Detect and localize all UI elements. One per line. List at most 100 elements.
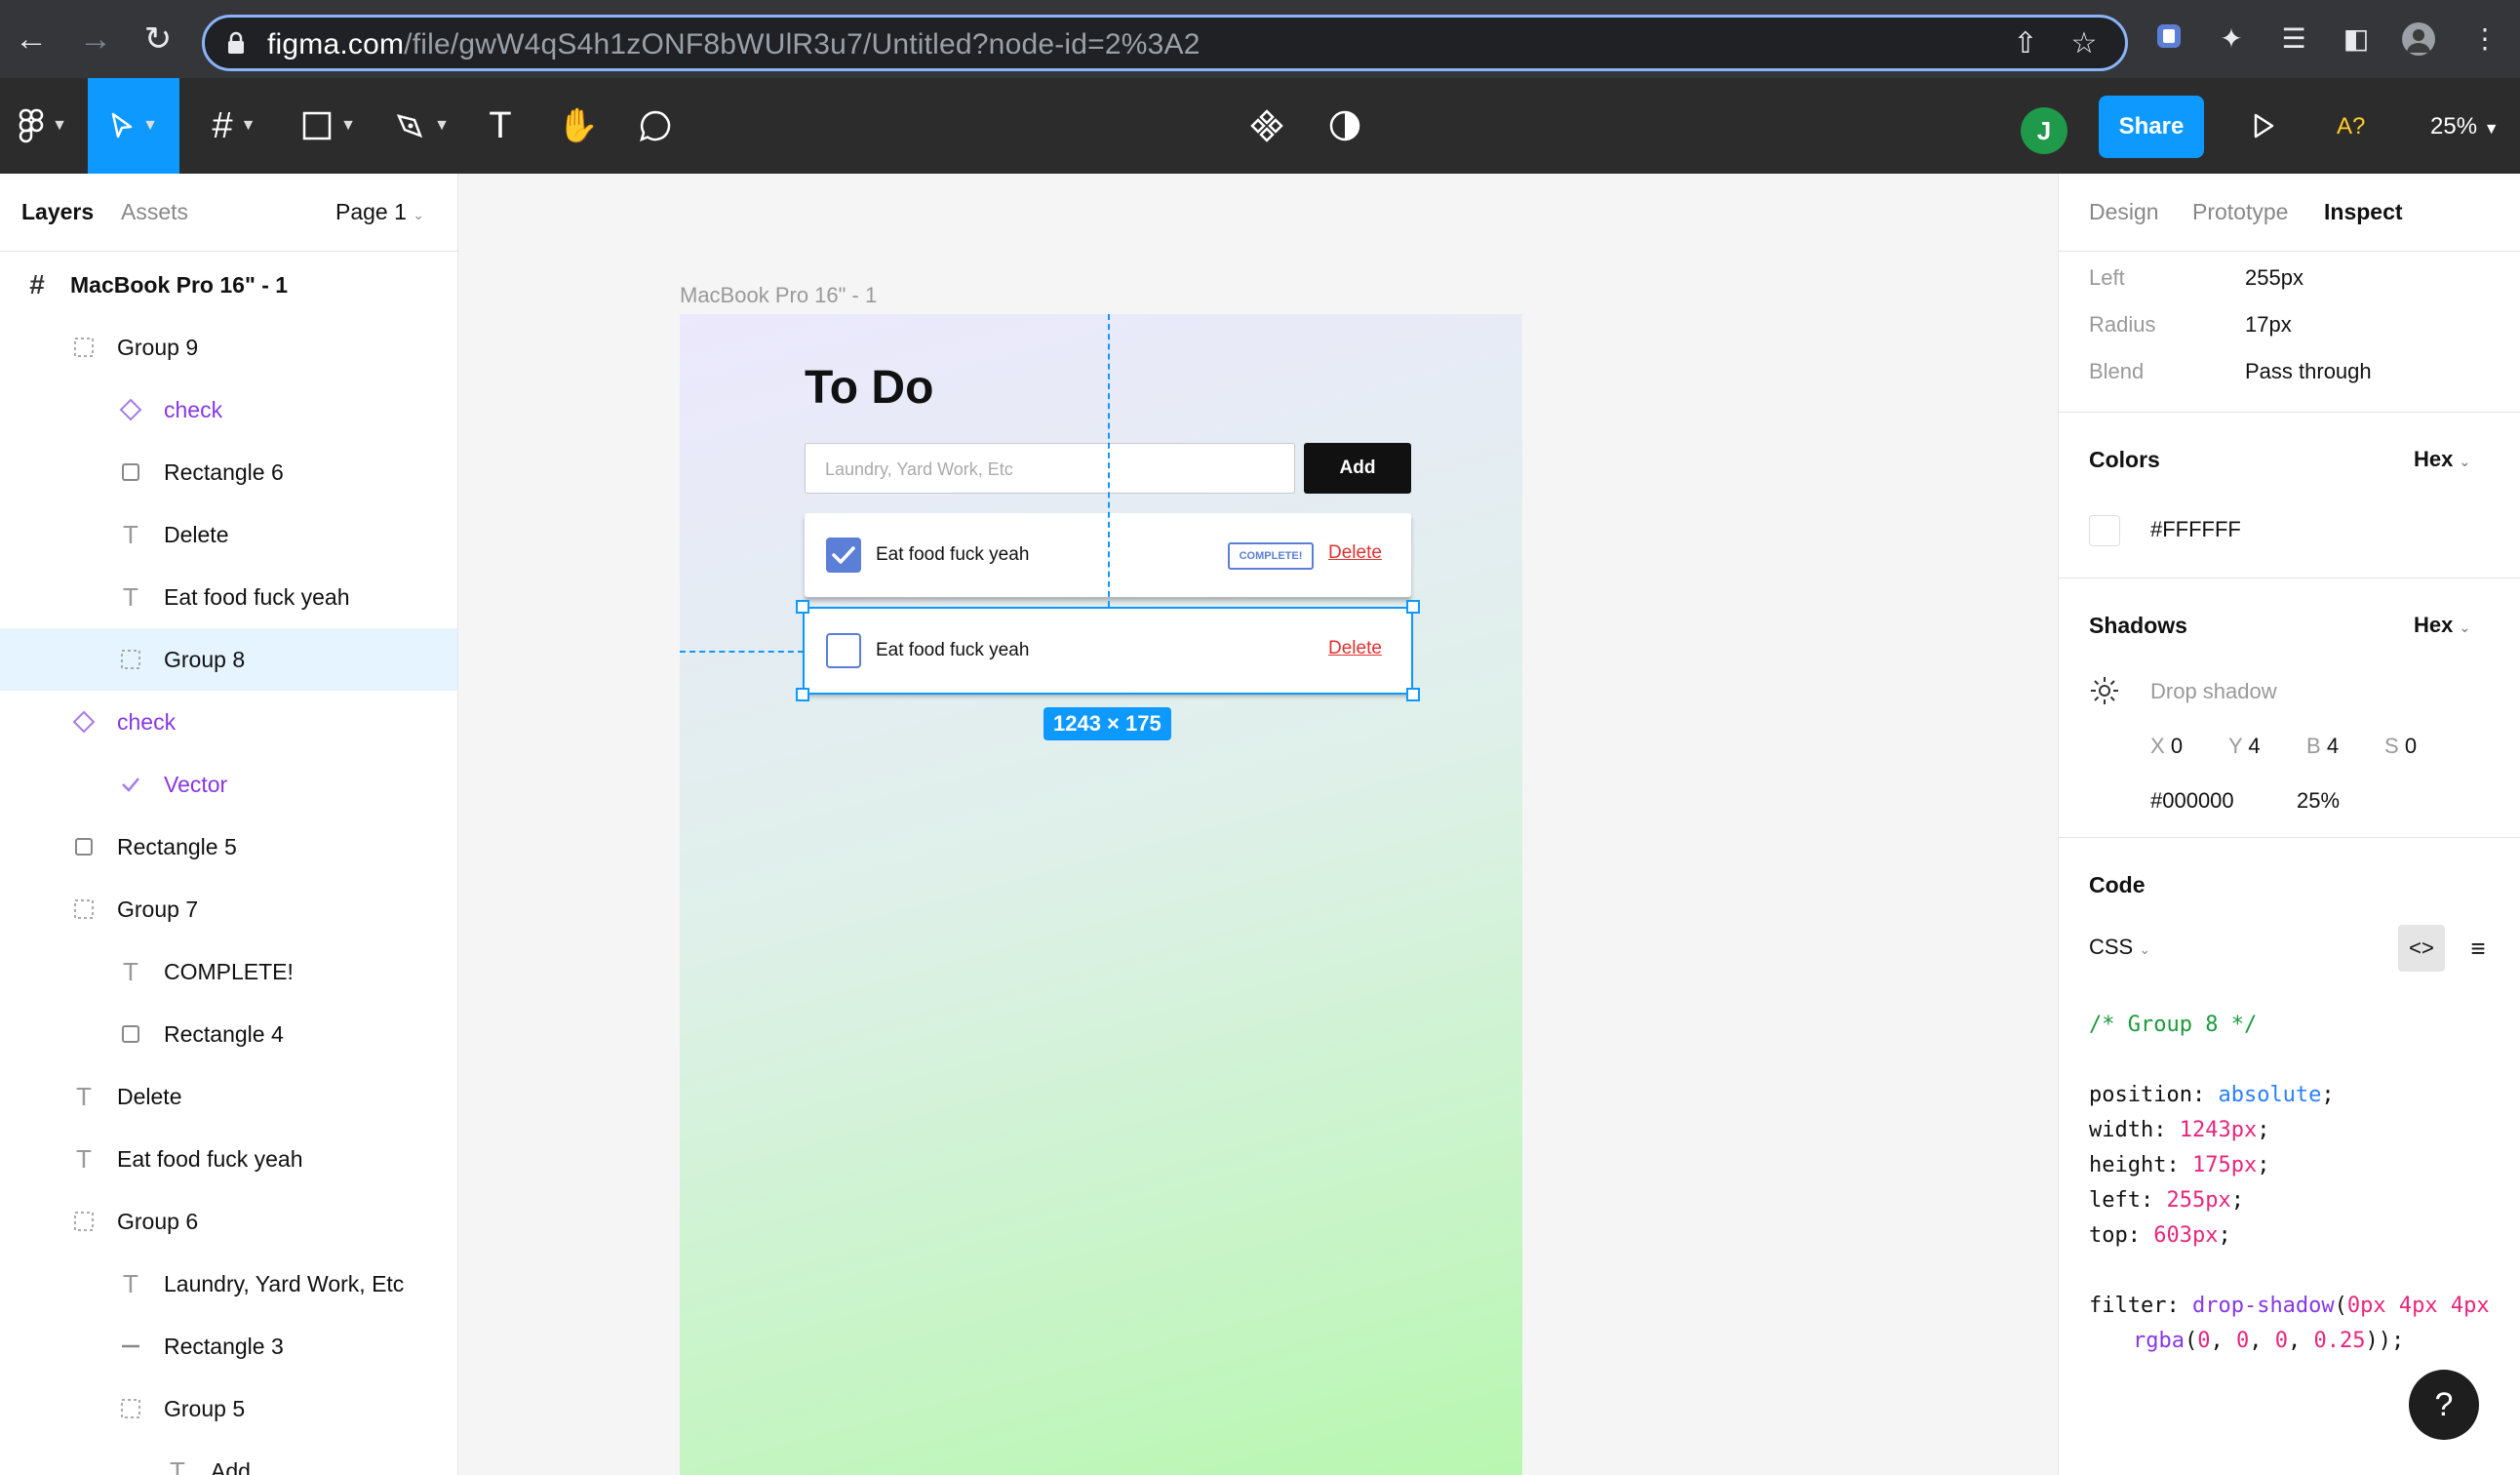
prop-value-left[interactable]: 255px (2245, 265, 2303, 291)
resize-handle[interactable] (1406, 600, 1420, 614)
layers-panel: Layers Assets Page 1 ⌄ # MacBook Pro 16"… (0, 174, 458, 1475)
pen-tool[interactable]: ▼ (382, 78, 462, 174)
inspect-panel: Design Prototype Inspect Left 255px Radi… (2058, 174, 2520, 1475)
resize-handle[interactable] (796, 600, 809, 614)
group-icon (117, 646, 144, 673)
forward-icon[interactable]: → (76, 20, 115, 59)
shadow-spread[interactable]: S 0 (2384, 734, 2417, 759)
tab-assets[interactable]: Assets (121, 199, 188, 225)
media-queue-icon[interactable]: ☰ (2276, 21, 2311, 57)
components-button[interactable] (1244, 78, 1289, 174)
resize-handle[interactable] (1406, 688, 1420, 701)
figma-logo-icon (19, 108, 44, 143)
layer-item[interactable]: T Laundry, Yard Work, Etc (0, 1253, 457, 1315)
theme-toggle-button[interactable] (1322, 78, 1367, 174)
line-icon (117, 1333, 144, 1360)
present-button[interactable] (2243, 78, 2284, 174)
list-view-icon[interactable]: ≡ (2455, 925, 2501, 972)
layer-frame[interactable]: # MacBook Pro 16" - 1 (0, 254, 457, 316)
resize-handle[interactable] (796, 688, 809, 701)
layer-item[interactable]: Group 5 (0, 1377, 457, 1440)
reload-icon[interactable]: ↻ (138, 20, 177, 59)
layer-item[interactable]: Rectangle 4 (0, 1003, 457, 1065)
colors-format-select[interactable]: Hex ⌄ (2414, 447, 2470, 472)
shadow-x[interactable]: X 0 (2150, 734, 2183, 759)
zoom-menu[interactable]: 25% ▼ (2430, 113, 2500, 140)
layer-item[interactable]: check (0, 691, 457, 753)
shadows-format-select[interactable]: Hex ⌄ (2414, 613, 2470, 638)
tab-inspect[interactable]: Inspect (2324, 199, 2403, 225)
canvas[interactable]: MacBook Pro 16" - 1 To Do Laundry, Yard … (459, 174, 2057, 1475)
layer-item[interactable]: T Eat food fuck yeah (0, 566, 457, 628)
shape-tool[interactable]: ▼ (289, 78, 369, 174)
chevron-down-icon: ▼ (2483, 121, 2500, 138)
share-button[interactable]: Share (2099, 96, 2204, 158)
divider (2059, 837, 2520, 838)
layer-item[interactable]: T COMPLETE! (0, 940, 457, 1003)
main-menu-button[interactable]: ▼ (0, 78, 86, 174)
todo-text: Eat food fuck yeah (876, 544, 1030, 565)
code-section-title: Code (2089, 872, 2146, 897)
contrast-icon (1329, 110, 1360, 141)
layer-item[interactable]: Group 9 (0, 316, 457, 379)
page-selector[interactable]: Page 1 ⌄ (335, 199, 424, 225)
layer-item[interactable]: Rectangle 6 (0, 441, 457, 503)
rectangle-icon (117, 458, 144, 486)
tab-design[interactable]: Design (2089, 199, 2159, 225)
layer-item[interactable]: Group 7 (0, 878, 457, 940)
sidebar-icon[interactable]: ◧ (2339, 21, 2374, 57)
frame-label[interactable]: MacBook Pro 16" - 1 (680, 283, 877, 308)
hand-tool[interactable]: ✋ (554, 78, 603, 174)
bookmark-star-icon[interactable]: ☆ (2067, 27, 2101, 60)
layer-item[interactable]: T Delete (0, 1065, 457, 1128)
extension-icon[interactable] (2151, 21, 2186, 57)
text-tool[interactable]: T (478, 78, 523, 174)
add-button[interactable]: Add (1304, 443, 1411, 494)
missing-fonts-indicator[interactable]: A? (2337, 113, 2365, 140)
layer-item[interactable]: T Add (0, 1440, 457, 1475)
sun-icon (2091, 677, 2118, 704)
selection-box[interactable] (803, 607, 1413, 695)
text-icon: T (123, 581, 138, 612)
shadow-y[interactable]: Y 4 (2228, 734, 2261, 759)
share-page-icon[interactable]: ⇧ (2009, 27, 2042, 60)
layer-label: COMPLETE! (164, 958, 294, 984)
code-language-select[interactable]: CSS ⌄ (2089, 935, 2150, 960)
address-bar[interactable]: figma.com/file/gwW4qS4h1zONF8bWUlR3u7/Un… (202, 15, 2128, 71)
layer-item[interactable]: check (0, 379, 457, 441)
checked-checkbox[interactable] (826, 538, 861, 573)
todo-input[interactable]: Laundry, Yard Work, Etc (805, 443, 1295, 494)
delete-link[interactable]: Delete (1328, 542, 1382, 564)
color-swatch[interactable] (2089, 515, 2120, 546)
layer-item[interactable]: T Delete (0, 503, 457, 566)
layer-item[interactable]: Rectangle 3 (0, 1315, 457, 1377)
layer-item[interactable]: T Eat food fuck yeah (0, 1128, 457, 1190)
prop-value-radius[interactable]: 17px (2245, 312, 2292, 338)
back-icon[interactable]: ← (12, 20, 51, 59)
layer-item[interactable]: Vector (0, 753, 457, 816)
shadow-color[interactable]: #000000 (2150, 788, 2234, 814)
tab-prototype[interactable]: Prototype (2192, 199, 2288, 225)
shadow-opacity[interactable]: 25% (2297, 788, 2340, 814)
move-tool[interactable]: ▼ (88, 78, 179, 174)
help-button[interactable]: ? (2409, 1370, 2479, 1440)
layer-item[interactable]: Group 8 (0, 628, 457, 691)
text-icon: T (123, 519, 138, 549)
prop-label-blend: Blend (2089, 359, 2145, 383)
shadow-blur[interactable]: B 4 (2306, 734, 2339, 759)
layer-item[interactable]: Rectangle 5 (0, 816, 457, 878)
layer-item[interactable]: Group 6 (0, 1190, 457, 1253)
code-line-filter-cont: rgba(0, 0, 0, 0.25)); (2133, 1329, 2405, 1353)
avatar[interactable]: J (2021, 107, 2067, 154)
macbook-frame[interactable]: To Do Laundry, Yard Work, Etc Add Eat fo… (680, 314, 1522, 1475)
color-hex-value[interactable]: #FFFFFF (2150, 517, 2241, 542)
prop-value-blend[interactable]: Pass through (2245, 359, 2372, 384)
tab-layers[interactable]: Layers (21, 199, 94, 225)
chevron-down-icon: ▼ (340, 117, 356, 134)
kebab-menu-icon[interactable]: ⋮ (2467, 21, 2502, 57)
code-view-icon[interactable]: <> (2398, 925, 2445, 972)
frame-tool[interactable]: # ▼ (195, 78, 273, 174)
profile-avatar-icon[interactable] (2401, 21, 2436, 57)
puzzle-icon[interactable]: ✦ (2214, 21, 2249, 57)
comment-tool[interactable] (632, 78, 679, 174)
